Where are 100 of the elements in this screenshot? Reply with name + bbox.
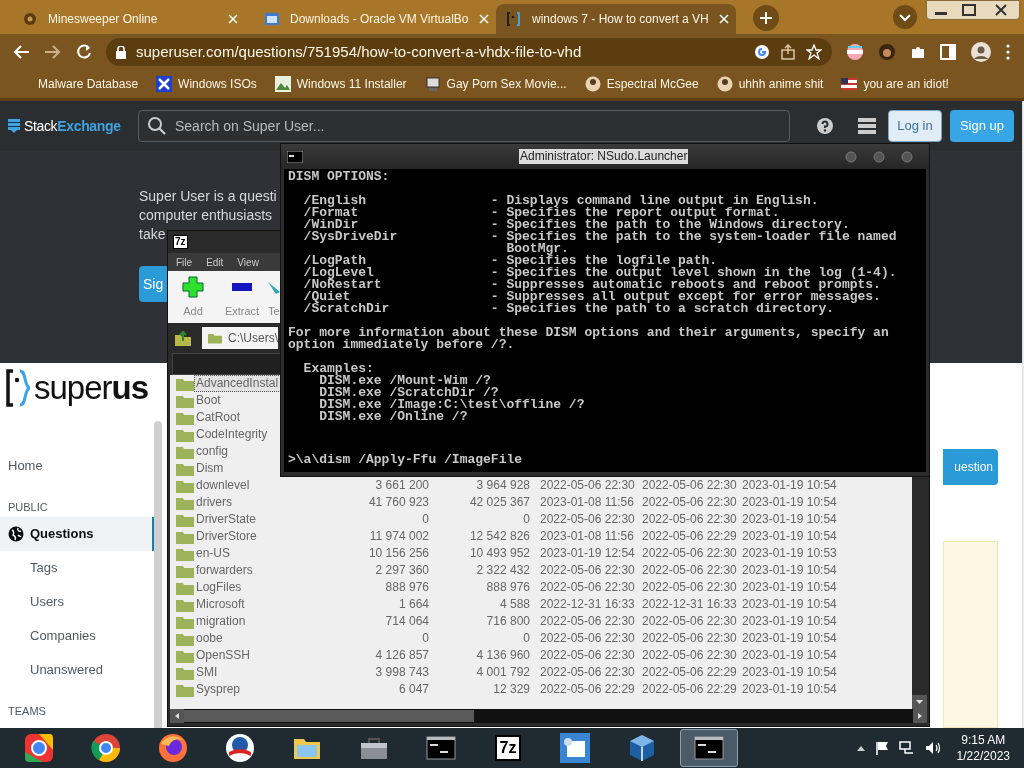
path-field[interactable]: C:\Users\ (202, 327, 278, 349)
table-cell-text: 2022-05-06 22:30 (642, 614, 738, 629)
inbox-icon[interactable] (858, 118, 876, 134)
firefox-icon (157, 732, 189, 764)
dropdown-icon[interactable] (892, 4, 918, 30)
flag-circle-icon[interactable] (846, 43, 864, 61)
nav-item[interactable]: Companies (0, 619, 155, 653)
clock-time[interactable]: 9:15 AM (961, 732, 1006, 748)
taskbar-button[interactable]: 7z (479, 729, 537, 767)
file-name[interactable]: migration (194, 613, 281, 630)
clock-date[interactable]: 1/22/2023 (956, 748, 1010, 764)
table-cell-text: 888 976 (485, 580, 530, 595)
folder-up-icon[interactable] (174, 329, 192, 347)
menu-item[interactable]: View (237, 254, 259, 270)
file-name[interactable]: OpenSSH (194, 647, 281, 664)
file-name[interactable]: config (194, 443, 281, 460)
table-cell-text: 2023-01-19 10:54 (742, 495, 838, 510)
google-icon[interactable] (754, 44, 770, 60)
file-name[interactable]: CatRoot (194, 409, 281, 426)
help-icon[interactable] (816, 117, 834, 135)
file-name[interactable]: drivers (194, 494, 281, 511)
file-name[interactable]: forwarders (194, 562, 281, 579)
bracket-logo-icon[interactable] (6, 369, 30, 407)
network-icon[interactable] (898, 741, 915, 755)
menu-item[interactable]: Edit (206, 254, 224, 270)
profile-icon[interactable] (970, 41, 992, 63)
scroll-left-icon[interactable] (170, 709, 184, 723)
browser-tab[interactable]: windows 7 - How to convert a VH (496, 4, 736, 34)
toolbar-button[interactable]: Extract (216, 275, 268, 319)
bookmark-link[interactable]: you are an idiot! (863, 75, 949, 93)
login-button[interactable]: Log in (888, 110, 942, 142)
menu-item[interactable]: File (176, 254, 193, 270)
table-cell-text: 11 974 002 (368, 529, 429, 544)
file-name[interactable]: Microsoft (194, 596, 281, 613)
circle-logo-icon (224, 732, 256, 764)
reload-icon[interactable] (76, 44, 92, 60)
console-text: - Specifies the path to the system-loader file named (490, 231, 897, 243)
browser-tab[interactable]: Minesweeper Online (12, 4, 248, 34)
avatar-icon[interactable] (878, 43, 896, 61)
superuser-logo[interactable]: superus (34, 368, 149, 408)
scrollbar[interactable] (154, 421, 162, 728)
console-text: /Format (302, 207, 359, 219)
folder-icon (176, 427, 194, 442)
search-field[interactable]: Search on Super User... (138, 110, 790, 142)
new-tab-icon[interactable] (752, 4, 780, 32)
console-line: BootMgr. (505, 243, 569, 255)
file-name[interactable]: DriverStore (194, 528, 281, 545)
browser-tab[interactable]: Downloads - Oracle VM VirtualBo (254, 4, 490, 34)
star-icon[interactable] (806, 44, 822, 60)
stackexchange-logo[interactable]: StackExchange (24, 115, 121, 137)
file-name[interactable]: Sysprep (194, 681, 281, 698)
share-icon[interactable] (780, 44, 796, 60)
signup-button[interactable]: Sig (139, 266, 167, 302)
nav-item[interactable]: Tags (0, 551, 155, 585)
sevenzip-logo: 7z (494, 735, 522, 761)
table-cell-text: 4 126 857 (374, 648, 429, 663)
folder-icon (176, 461, 194, 476)
puzzle-icon[interactable] (910, 44, 926, 60)
flag-icon[interactable] (874, 741, 889, 755)
section-heading: TEAMS (7, 703, 47, 719)
ask-question-button[interactable]: uestion (943, 449, 998, 485)
file-name[interactable]: CodeIntegrity (194, 426, 281, 443)
toolbar-button[interactable]: Te (268, 275, 282, 319)
bookmark-link[interactable]: uhhh anime shit (738, 75, 824, 93)
scroll-thumb[interactable] (184, 710, 474, 722)
file-name[interactable]: Dism (194, 460, 281, 477)
back-icon[interactable] (12, 44, 30, 60)
file-name[interactable]: AdvancedInstal (194, 375, 281, 392)
bookmark-link[interactable]: Windows ISOs (178, 75, 257, 93)
toolbar-button[interactable]: Add (170, 275, 216, 319)
nav-item[interactable]: Users (0, 585, 155, 619)
folder-icon (176, 648, 194, 663)
menu-icon[interactable] (1006, 44, 1010, 60)
address-bar[interactable]: superuser.com/questions/751954/how-to-convert-a-vhdx-file-to-vhd (106, 38, 832, 66)
nav-item[interactable]: Unanswered (0, 653, 155, 687)
signup-button[interactable]: Sign up (950, 110, 1014, 142)
table-cell-text: 2023-01-19 10:54 (742, 512, 838, 527)
nav-item[interactable]: Home (0, 449, 155, 483)
file-name[interactable]: DriverState (194, 511, 281, 528)
stack-icon[interactable] (8, 119, 20, 133)
taskbar-button[interactable] (680, 729, 738, 767)
scroll-down-icon[interactable] (912, 695, 927, 709)
table-cell-text: 2022-05-06 22:29 (642, 529, 738, 544)
file-name[interactable]: Boot (194, 392, 281, 409)
file-name[interactable]: en-US (194, 545, 281, 562)
file-name[interactable]: SMI (194, 664, 281, 681)
bookmark-link[interactable]: Gay Porn Sex Movie... (446, 75, 567, 93)
forward-icon[interactable] (44, 44, 62, 60)
bookmark-link[interactable]: Malware Database (38, 75, 139, 93)
file-name[interactable]: downlevel (194, 477, 281, 494)
nav-item[interactable]: Questions (0, 517, 155, 551)
sevenzip-logo: 7z (173, 235, 188, 249)
volume-icon[interactable] (924, 741, 941, 755)
file-name[interactable]: LogFiles (194, 579, 281, 596)
sidebar-icon[interactable] (940, 44, 956, 60)
chevron-up-icon[interactable] (856, 745, 865, 751)
bookmark-link[interactable]: Espectral McGee (606, 75, 699, 93)
scroll-right-icon[interactable] (913, 709, 927, 723)
file-name[interactable]: oobe (194, 630, 281, 647)
bookmark-link[interactable]: Windows 11 Installer (296, 75, 407, 93)
